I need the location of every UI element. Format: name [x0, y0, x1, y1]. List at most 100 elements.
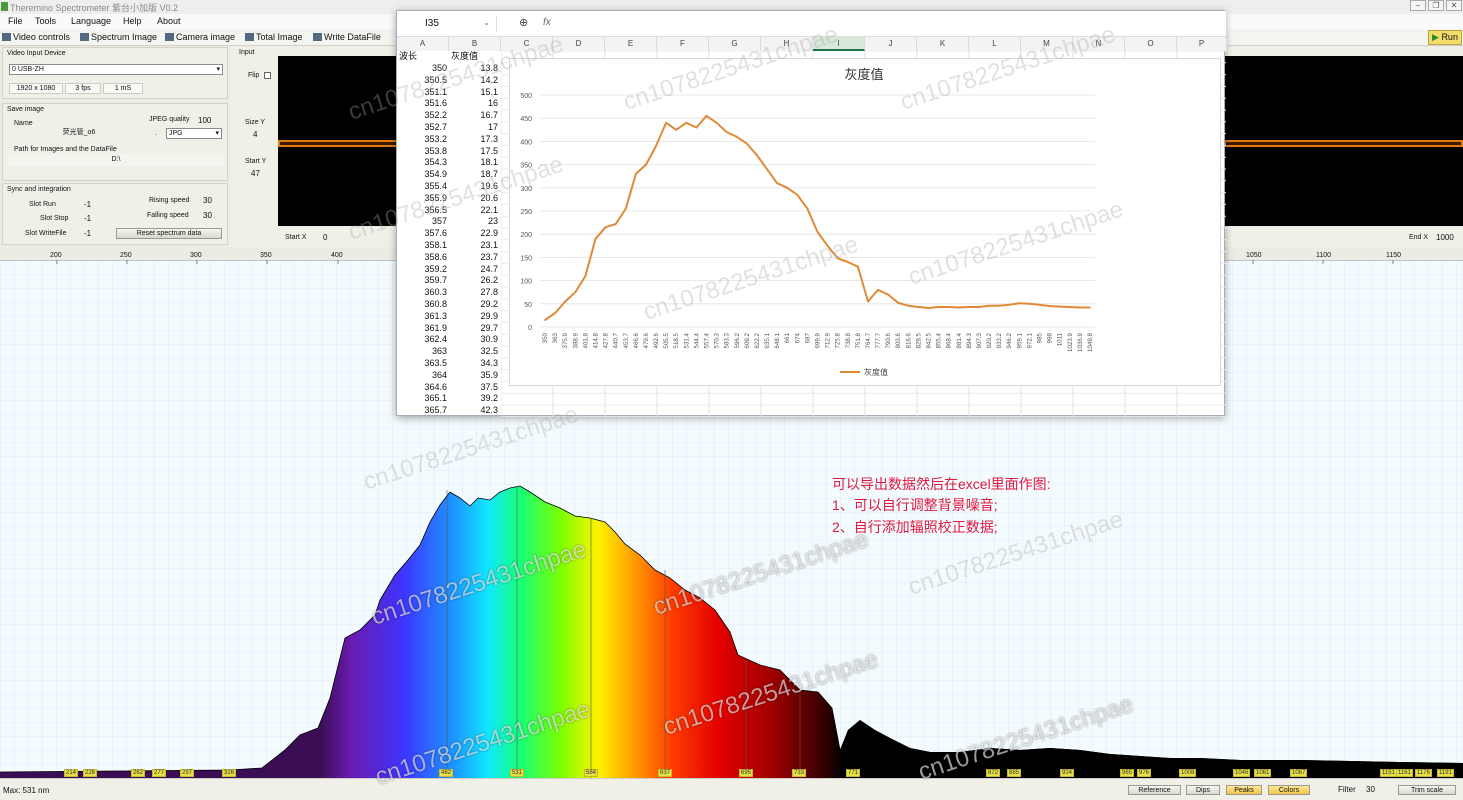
cell-gray-value[interactable]: 37.5 — [449, 381, 501, 393]
cell-gray-value[interactable]: 13.8 — [449, 62, 501, 74]
cell-wavelength[interactable]: 360.3 — [397, 286, 449, 298]
column-header-j[interactable]: J — [865, 37, 917, 51]
cell-gray-value[interactable]: 17.3 — [449, 133, 501, 145]
menu-language[interactable]: Language — [71, 16, 111, 26]
cell-wavelength[interactable]: 361.3 — [397, 310, 449, 322]
end-x-value[interactable]: 1000 — [1436, 233, 1454, 242]
cell-gray-value[interactable]: 35.9 — [449, 369, 501, 381]
cell-gray-value[interactable]: 18.7 — [449, 168, 501, 180]
cell-wavelength[interactable]: 355.9 — [397, 192, 449, 204]
cell-wavelength[interactable]: 354.9 — [397, 168, 449, 180]
falling-speed-value[interactable]: 30 — [203, 211, 212, 220]
start-y-value[interactable]: 47 — [251, 169, 260, 178]
exposure-select[interactable]: 1 mS — [103, 83, 143, 94]
menu-help[interactable]: Help — [123, 16, 142, 26]
column-header-l[interactable]: L — [969, 37, 1021, 51]
column-header-d[interactable]: D — [553, 37, 605, 51]
cell-wavelength[interactable]: 365.7 — [397, 404, 449, 416]
size-y-value[interactable]: 4 — [253, 130, 257, 139]
header-wavelength[interactable]: 波长 — [397, 51, 449, 62]
zoom-icon[interactable]: ⊕ — [519, 16, 528, 29]
excel-window[interactable]: I35 ⌄ ⊕ fx ABCDEFGHIJKLMNOP 波长 灰度值 350 13.… — [396, 10, 1227, 417]
cell-gray-value[interactable]: 23 — [449, 215, 501, 227]
cell-gray-value[interactable]: 16.7 — [449, 109, 501, 121]
cell-gray-value[interactable]: 19.6 — [449, 180, 501, 192]
column-header-f[interactable]: F — [657, 37, 709, 51]
spectrum-image-button[interactable]: Spectrum Image — [80, 32, 157, 42]
namebox[interactable]: I35 ⌄ — [401, 16, 497, 32]
video-controls-button[interactable]: Video controls — [2, 32, 70, 42]
video-device-select[interactable]: 0 USB-ZH ▾ — [9, 64, 223, 75]
cell-gray-value[interactable]: 24.7 — [449, 263, 501, 275]
header-gray-value[interactable]: 灰度值 — [449, 51, 501, 62]
column-header-p[interactable]: P — [1177, 37, 1227, 51]
cell-wavelength[interactable]: 353.2 — [397, 133, 449, 145]
slot-writefile-value[interactable]: -1 — [84, 229, 91, 238]
cell-gray-value[interactable]: 34.3 — [449, 357, 501, 369]
cell-wavelength[interactable]: 359.7 — [397, 274, 449, 286]
cell-gray-value[interactable]: 20.6 — [449, 192, 501, 204]
cell-wavelength[interactable]: 363.5 — [397, 357, 449, 369]
write-datafile-button[interactable]: Write DataFile — [313, 32, 381, 42]
cell-gray-value[interactable]: 16 — [449, 97, 501, 109]
peaks-button[interactable]: Peaks — [1226, 785, 1262, 795]
column-header-i[interactable]: I — [813, 37, 865, 51]
cell-wavelength[interactable]: 352.2 — [397, 109, 449, 121]
menu-about[interactable]: About — [157, 16, 181, 26]
menu-file[interactable]: File — [8, 16, 23, 26]
jpeg-quality-value[interactable]: 100 — [198, 116, 211, 125]
cell-gray-value[interactable]: 22.1 — [449, 204, 501, 216]
cell-gray-value[interactable]: 29.7 — [449, 322, 501, 334]
cell-gray-value[interactable]: 27.8 — [449, 286, 501, 298]
total-image-button[interactable]: Total Image — [245, 32, 303, 42]
cell-wavelength[interactable]: 354.3 — [397, 156, 449, 168]
reference-button[interactable]: Reference — [1128, 785, 1181, 795]
cell-wavelength[interactable]: 364 — [397, 369, 449, 381]
cell-gray-value[interactable]: 18.1 — [449, 156, 501, 168]
cell-wavelength[interactable]: 359.2 — [397, 263, 449, 275]
cell-gray-value[interactable]: 39.2 — [449, 392, 501, 404]
column-header-m[interactable]: M — [1021, 37, 1073, 51]
cell-gray-value[interactable]: 17.5 — [449, 145, 501, 157]
cell-gray-value[interactable]: 32.5 — [449, 345, 501, 357]
cell-gray-value[interactable]: 14.2 — [449, 74, 501, 86]
cell-wavelength[interactable]: 356.5 — [397, 204, 449, 216]
cell-wavelength[interactable]: 351.6 — [397, 97, 449, 109]
cell-gray-value[interactable]: 17 — [449, 121, 501, 133]
cell-gray-value[interactable]: 15.1 — [449, 86, 501, 98]
cell-gray-value[interactable]: 22.9 — [449, 227, 501, 239]
cell-wavelength[interactable]: 357 — [397, 215, 449, 227]
run-button[interactable]: ▶ Run — [1428, 30, 1462, 45]
trim-scale-button[interactable]: Trim scale — [1398, 785, 1456, 795]
camera-image-button[interactable]: Camera image — [165, 32, 235, 42]
column-header-a[interactable]: A — [397, 37, 449, 51]
rising-speed-value[interactable]: 30 — [203, 196, 212, 205]
cell-gray-value[interactable]: 23.1 — [449, 239, 501, 251]
cell-gray-value[interactable]: 23.7 — [449, 251, 501, 263]
menu-tools[interactable]: Tools — [35, 16, 56, 26]
cell-wavelength[interactable]: 350 — [397, 62, 449, 74]
cell-wavelength[interactable]: 358.1 — [397, 239, 449, 251]
column-header-b[interactable]: B — [449, 37, 501, 51]
cell-gray-value[interactable]: 29.2 — [449, 298, 501, 310]
cell-gray-value[interactable]: 26.2 — [449, 274, 501, 286]
column-header-h[interactable]: H — [761, 37, 813, 51]
flip-checkbox[interactable] — [264, 72, 271, 79]
cell-wavelength[interactable]: 351.1 — [397, 86, 449, 98]
cell-wavelength[interactable]: 364.6 — [397, 381, 449, 393]
camera-preview[interactable] — [278, 56, 398, 226]
camera-preview-right[interactable] — [1224, 56, 1463, 226]
cell-wavelength[interactable]: 363 — [397, 345, 449, 357]
cell-wavelength[interactable]: 361.9 — [397, 322, 449, 334]
column-header-g[interactable]: G — [709, 37, 761, 51]
slot-run-value[interactable]: -1 — [84, 200, 91, 209]
column-header-c[interactable]: C — [501, 37, 553, 51]
dips-button[interactable]: Dips — [1186, 785, 1220, 795]
fps-select[interactable]: 3 fps — [65, 83, 101, 94]
column-header-n[interactable]: N — [1073, 37, 1125, 51]
start-x-value[interactable]: 0 — [323, 233, 327, 242]
minimize-icon[interactable]: – — [1410, 0, 1426, 11]
cell-wavelength[interactable]: 350.5 — [397, 74, 449, 86]
excel-chart[interactable]: 灰度值 0 50 100 150 200 250 300 350 400 450 500 350 363 3… — [509, 58, 1221, 386]
cell-wavelength[interactable]: 357.6 — [397, 227, 449, 239]
